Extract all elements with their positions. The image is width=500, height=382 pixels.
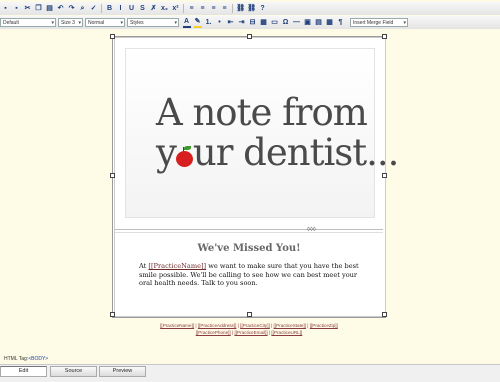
html-tag-link[interactable]: <BODY> [28, 356, 48, 362]
chevron-down-icon: ▾ [403, 20, 406, 26]
chevron-down-icon: ▾ [120, 20, 123, 26]
footer-merge-field: [[PracticeName]] [160, 323, 195, 328]
save-icon[interactable]: ▪ [2, 5, 10, 13]
strikethrough-icon[interactable]: S [139, 5, 147, 13]
message-prefix: At [139, 262, 149, 270]
font-size-value: Size 3 [61, 20, 75, 26]
status-bar: HTML Tag:<BODY> [4, 356, 48, 362]
resize-handle[interactable] [247, 34, 252, 39]
align-left-icon[interactable]: ≡ [188, 5, 196, 13]
bulleted-list-icon[interactable]: • [216, 19, 224, 27]
table-icon[interactable]: ⊟ [249, 19, 257, 27]
toolbar-row-2: Default ▾ Size 3 ▾ Normal ▾ Styles ▾ A ✎ 1. • ⇤ ⇥… [0, 16, 500, 29]
footer-merge-field: [[PracticeEmail]] [234, 330, 268, 335]
hero-title-prefix: y [156, 131, 177, 174]
toolbar-row-1: ▪ ▪ ✂ ❐ ▤ ↶ ↷ ⌕ ✓ B I U S ✗ x₂ x² ≡ ≡ ≡ ≡ ⛓ ⛓? [0, 2, 500, 15]
underline-icon[interactable]: U [128, 5, 136, 13]
print-icon[interactable]: ▪ [13, 5, 21, 13]
footer-merge-field: [[PracticeURL]] [271, 330, 303, 335]
footer-merge-field: [[PracticePhone]] [195, 330, 231, 335]
mode-tabs: Edit Source Preview [0, 364, 500, 382]
format-value: Normal [88, 20, 105, 26]
undo-icon[interactable]: ↶ [57, 5, 65, 13]
styles-select[interactable]: Styles ▾ [127, 18, 179, 27]
footer-merge-fields: [[PracticeName]] | [[PracticeAddress]] |… [112, 322, 386, 336]
font-family-select[interactable]: Default ▾ [0, 18, 56, 27]
row-divider [115, 232, 383, 233]
form-icon[interactable]: ▣ [304, 19, 312, 27]
resize-handle[interactable] [382, 34, 387, 39]
font-family-value: Default [3, 20, 19, 26]
message-body: At [[PracticeName]] we want to make sure… [139, 262, 364, 288]
hero-image[interactable]: A note from y ur dentist... [125, 48, 399, 218]
resize-handle[interactable] [110, 173, 115, 178]
template-icon[interactable]: ▤ [315, 19, 323, 27]
tab-edit[interactable]: Edit [0, 366, 47, 377]
bold-icon[interactable]: B [106, 5, 114, 13]
hero-title-suffix: ur dentist... [192, 131, 400, 174]
row-divider [115, 229, 383, 230]
resize-handle[interactable] [247, 312, 252, 317]
special-char-icon[interactable]: Ω [282, 19, 290, 27]
merge-field-practice-name: [[PracticeName]] [148, 262, 207, 270]
footer-line-1: [[PracticeName]] | [[PracticeAddress]] |… [160, 323, 338, 328]
resize-handle[interactable] [382, 312, 387, 317]
footer-merge-field: [[PracticeZip]] [309, 323, 338, 328]
link-icon[interactable]: ⛓ [236, 5, 245, 13]
resize-handle[interactable] [110, 34, 115, 39]
cut-icon[interactable]: ✂ [24, 5, 32, 13]
align-right-icon[interactable]: ≡ [210, 5, 218, 13]
hero-title-line-1: A note from [156, 91, 368, 134]
redo-icon[interactable]: ↷ [68, 5, 76, 13]
chevron-down-icon: ▾ [174, 20, 177, 26]
horizontal-rule-icon[interactable]: — [293, 19, 301, 27]
align-center-icon[interactable]: ≡ [199, 5, 207, 13]
font-color-icon[interactable]: A [182, 18, 191, 28]
font-size-select[interactable]: Size 3 ▾ [58, 18, 83, 27]
footer-merge-field: [[PracticeState]] [273, 323, 306, 328]
table-properties-icon[interactable]: ▦ [260, 19, 268, 27]
row-resize-icon[interactable]: ◊◊◊ [307, 227, 316, 233]
tab-preview[interactable]: Preview [99, 366, 146, 377]
insert-merge-field-select[interactable]: Insert Merge Field ▾ [350, 18, 408, 27]
tab-source[interactable]: Source [50, 366, 97, 377]
apple-icon [175, 146, 193, 167]
remove-format-icon[interactable]: ✗ [150, 5, 158, 13]
subscript-icon[interactable]: x₂ [161, 5, 169, 13]
unlink-icon[interactable]: ⛓ [247, 5, 256, 13]
chevron-down-icon: ▾ [51, 20, 54, 26]
footer-line-2: [[PracticePhone]] | [[PracticeEmail]] | … [195, 330, 303, 335]
spellcheck-icon[interactable]: ✓ [90, 5, 98, 13]
paste-icon[interactable]: ▤ [46, 5, 54, 13]
indent-icon[interactable]: ⇥ [238, 19, 246, 27]
footer-merge-field: [[PracticeAddress]] [197, 323, 237, 328]
highlight-icon[interactable]: ✎ [193, 18, 202, 28]
toolbar-row-2-icons: A ✎ 1. • ⇤ ⇥ ⊟ ▦ ▭ Ω — ▣ ▤ ▦ ¶ [181, 18, 346, 28]
chevron-down-icon: ▾ [78, 20, 81, 26]
toolbar-separator [183, 4, 184, 13]
superscript-icon[interactable]: x² [172, 5, 180, 13]
toolbar-separator [232, 4, 233, 13]
toolbar-separator [101, 4, 102, 13]
resize-handle[interactable] [382, 173, 387, 178]
footer-merge-field: [[PracticeCity]] [240, 323, 270, 328]
outdent-icon[interactable]: ⇤ [227, 19, 235, 27]
message-heading: We've Missed You! [197, 243, 301, 254]
find-icon[interactable]: ⌕ [79, 5, 87, 13]
format-select[interactable]: Normal ▾ [85, 18, 125, 27]
resize-handle[interactable] [110, 312, 115, 317]
paragraph-icon[interactable]: ¶ [337, 19, 345, 27]
numbered-list-icon[interactable]: 1. [205, 19, 213, 27]
image-icon[interactable]: ▭ [271, 19, 279, 27]
merge-field-value: Insert Merge Field [353, 20, 394, 26]
status-label: HTML Tag: [4, 356, 29, 362]
copy-icon[interactable]: ❐ [35, 5, 43, 13]
hero-title-line-2: y ur dentist... [156, 131, 400, 174]
grid-icon[interactable]: ▦ [326, 19, 334, 27]
styles-value: Styles [130, 20, 144, 26]
justify-icon[interactable]: ≡ [221, 5, 229, 13]
italic-icon[interactable]: I [117, 5, 125, 13]
help-icon[interactable]: ? [259, 5, 267, 13]
